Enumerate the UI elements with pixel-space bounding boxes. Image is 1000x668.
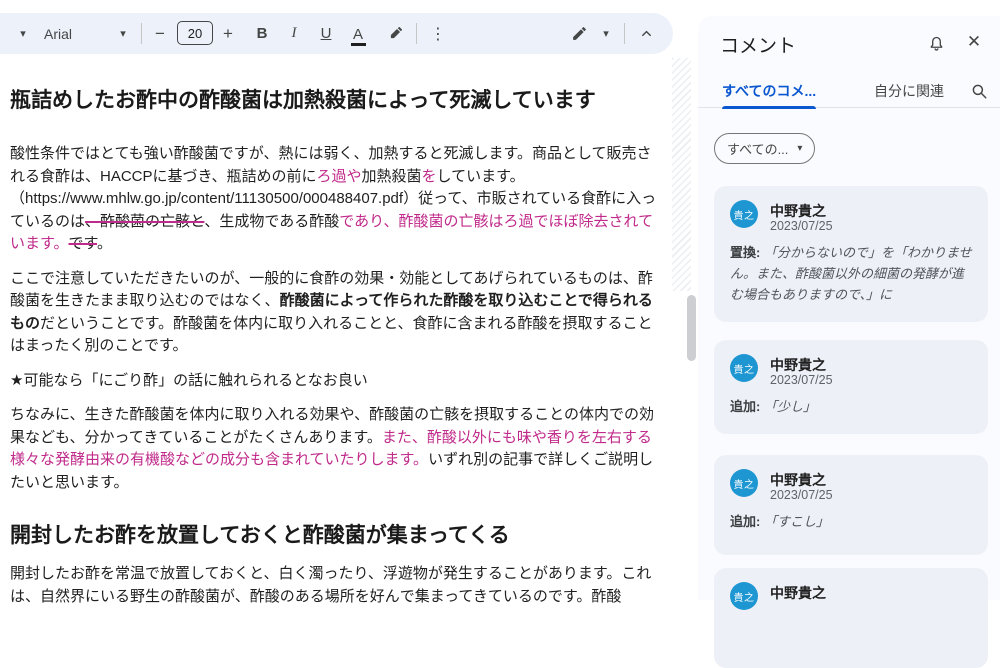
font-family-select[interactable]: Arial (44, 13, 94, 54)
close-panel-icon[interactable]: ✕ (962, 30, 986, 54)
document-scrollbar-thumb[interactable] (687, 295, 696, 361)
doc-paragraph-2: ここで注意していただきたいのが、一般的に食酢の効果・効能としてあげられているもの… (10, 268, 663, 358)
doc-heading-1: 瓶詰めしたお酢中の酢酸菌は加熱殺菌によって死滅しています (10, 86, 663, 116)
suggested-deletion: 、酢酸菌の亡骸と (85, 213, 204, 230)
avatar: 貴之 (730, 582, 758, 610)
comment-date: 2023/07/25 (770, 488, 833, 502)
toolbar-separator (141, 23, 142, 44)
toolbar-overflow-caret-icon[interactable]: ▾ (14, 13, 32, 54)
comment-author: 中野貴之 (770, 470, 826, 490)
document-canvas[interactable]: 瓶詰めしたお酢中の酢酸菌は加熱殺菌によって死滅しています 酸性条件ではとても強い… (10, 86, 663, 620)
doc-note-line: ★可能なら「にごり酢」の話に触れられるとなお良い (10, 370, 663, 393)
comment-author: 中野貴之 (770, 583, 826, 603)
font-size-input[interactable]: 20 (177, 21, 213, 45)
suggested-deletion: です (69, 235, 98, 252)
doc-paragraph-3: ちなみに、生きた酢酸菌を体内に取り入れる効果や、酢酸菌の亡骸を摂取することの体内… (10, 404, 663, 494)
formatting-toolbar: ▾ Arial ▾ − 20 + B I U A ⋮ ▾ (0, 13, 673, 54)
suggested-insertion: を (422, 168, 437, 185)
comments-tabs: すべてのコメ... 自分に関連 (698, 74, 1000, 108)
comments-panel-title: コメント (720, 31, 796, 58)
tab-for-you[interactable]: 自分に関連 (874, 74, 944, 108)
doc-heading-2: 開封したお酢を放置しておくと酢酸菌が集まってくる (10, 521, 663, 551)
avatar: 貴之 (730, 200, 758, 228)
avatar: 貴之 (730, 469, 758, 497)
comment-card[interactable]: 貴之 中野貴之 2023/07/25 追加: 「少し」 (714, 340, 988, 434)
suggested-insertion: ろ過や (316, 168, 361, 185)
doc-paragraph-4: 開封したお酢を常温で放置しておくと、白く濁ったり、浮遊物が発生することがあります… (10, 563, 663, 608)
search-comments-icon[interactable] (966, 78, 992, 104)
increase-font-size-button[interactable]: + (217, 13, 239, 54)
decrease-font-size-button[interactable]: − (149, 13, 171, 54)
comment-body: 置換: 「分からないので」を「わかりません。また、酢酸菌以外の細菌の発酵が進む場… (730, 242, 974, 305)
comment-body: 追加: 「すこし」 (730, 511, 974, 532)
comment-body: 追加: 「少し」 (730, 396, 974, 417)
page-edge-hatch-pattern (672, 58, 691, 291)
notifications-bell-icon[interactable] (924, 30, 948, 54)
collapse-toolbar-chevron-icon[interactable] (633, 13, 659, 54)
editing-mode-caret-icon[interactable]: ▾ (597, 13, 615, 54)
bold-button[interactable]: B (250, 13, 274, 54)
comment-date: 2023/07/25 (770, 373, 833, 387)
comments-filter-dropdown[interactable]: すべての...▾ (714, 133, 815, 164)
toolbar-separator (416, 23, 417, 44)
chevron-down-icon: ▾ (797, 143, 802, 154)
tab-all-comments[interactable]: すべてのコメ... (722, 74, 816, 108)
comment-author: 中野貴之 (770, 201, 826, 221)
italic-button[interactable]: I (282, 13, 306, 54)
highlight-color-icon[interactable] (382, 13, 408, 54)
text-color-button[interactable]: A (346, 13, 370, 54)
comments-panel: コメント ✕ すべてのコメ... 自分に関連 すべての...▾ 貴之 中野貴之 … (698, 16, 1000, 600)
underline-button[interactable]: U (314, 13, 338, 54)
comment-date: 2023/07/25 (770, 219, 833, 233)
font-family-caret-icon[interactable]: ▾ (114, 13, 132, 54)
toolbar-separator (624, 23, 625, 44)
doc-paragraph-1: 酸性条件ではとても強い酢酸菌ですが、熱には弱く、加熱すると死滅します。商品として… (10, 143, 663, 256)
comment-author: 中野貴之 (770, 355, 826, 375)
editing-mode-pencil-icon[interactable] (566, 13, 592, 54)
comment-card[interactable]: 貴之 中野貴之 2023/07/25 追加: 「すこし」 (714, 455, 988, 555)
comment-card[interactable]: 貴之 中野貴之 2023/07/25 置換: 「分からないので」を「わかりません… (714, 186, 988, 322)
doc-url-text: https://www.mhlw.go.jp/content/11130500/… (25, 190, 403, 207)
avatar: 貴之 (730, 354, 758, 382)
toolbar-more-options-icon[interactable]: ⋮ (426, 13, 450, 54)
comment-card[interactable]: 貴之 中野貴之 (714, 568, 988, 668)
